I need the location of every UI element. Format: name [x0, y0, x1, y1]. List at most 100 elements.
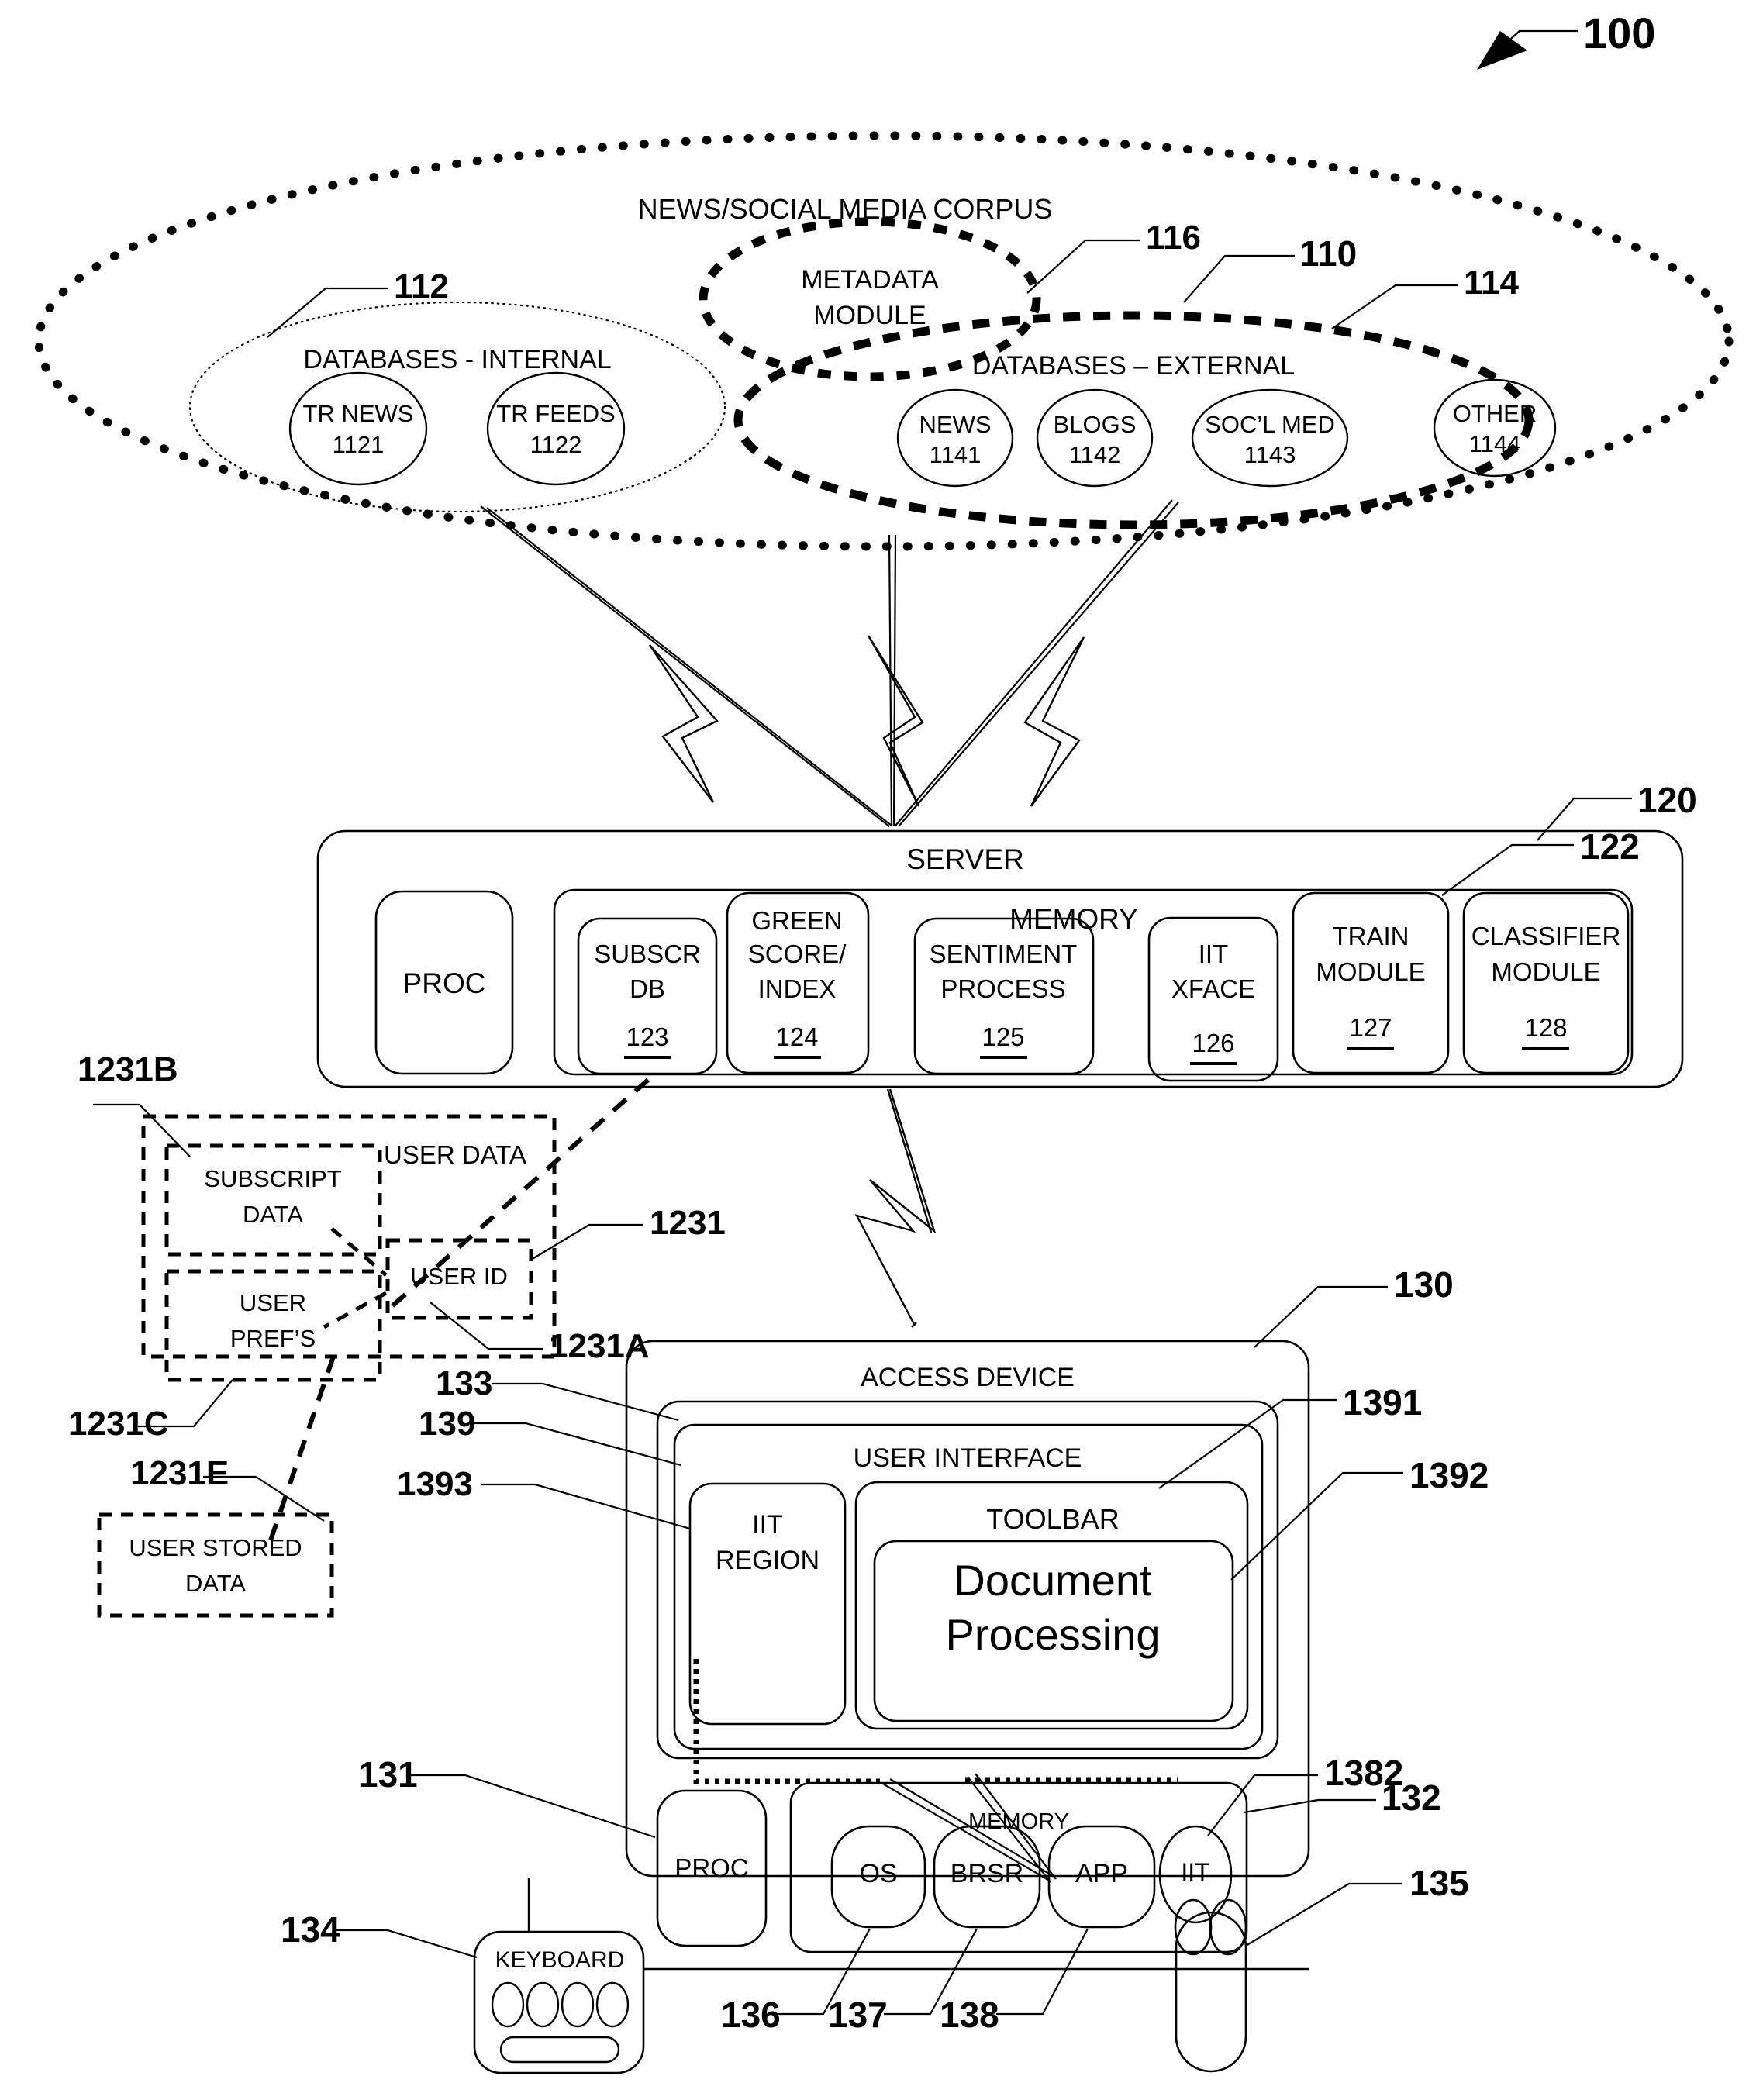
server-proc-label: PROC [402, 967, 486, 999]
internal-databases-title: DATABASES - INTERNAL [303, 345, 612, 374]
device-module-ref-138: 138 [940, 1995, 999, 2035]
db-node-label-social-media: SOC’L MED [1205, 411, 1335, 438]
toolbar-title: TOOLBAR [986, 1503, 1120, 1535]
module-label-green-score-line2: SCORE/ [747, 940, 847, 968]
metadata-module-line2: MODULE [813, 301, 926, 330]
keyboard-ref-134: 134 [281, 1909, 340, 1950]
device-module-ref-1382: 1382 [1324, 1753, 1404, 1793]
module-ref-126: 126 [1192, 1029, 1235, 1057]
user-data-title: USER DATA [384, 1140, 526, 1169]
leader-122 [1441, 843, 1574, 896]
subscript-data-line2: DATA [242, 1201, 304, 1228]
device-module-label-app: APP [1075, 1859, 1129, 1888]
module-label-sentiment-line1: SENTIMENT [929, 940, 1078, 968]
lightning-bolt-left [649, 644, 719, 803]
leader-133 [492, 1382, 679, 1422]
db-node-ref-1143: 1143 [1244, 441, 1296, 468]
module-label-classifier-line2: MODULE [1491, 957, 1601, 986]
patent-figure-canvas: 100 NEWS/SOCIAL MEDIA CORPUS 110 METADAT… [0, 0, 1763, 2100]
module-label-iit-xface-line1: IIT [1198, 940, 1229, 968]
document-processing-ref-1392: 1392 [1409, 1455, 1489, 1495]
display-ref-133: 133 [436, 1364, 493, 1402]
metadata-module-ref-116: 116 [1146, 219, 1201, 257]
user-interface-title: USER INTERFACE [853, 1443, 1082, 1473]
iit-region-ref-1393: 1393 [397, 1465, 473, 1503]
user-id-label: USER ID [410, 1263, 508, 1290]
leader-1392 [1230, 1471, 1403, 1581]
corpus-ref-110: 110 [1299, 233, 1358, 274]
db-node-ref-1121: 1121 [332, 431, 385, 458]
db-node-ref-1142: 1142 [1068, 441, 1121, 468]
user-stored-data-line1: USER STORED [129, 1534, 302, 1561]
external-databases-ref-114: 114 [1464, 264, 1519, 302]
device-module-ref-137: 137 [828, 1995, 888, 2035]
document-processing-line2: Processing [945, 1610, 1161, 1659]
db-node-label-other: OTHER [1452, 400, 1537, 427]
leader-132 [1244, 1798, 1376, 1814]
device-module-leaders [775, 1928, 1089, 2016]
module-ref-124: 124 [775, 1022, 819, 1051]
access-device-ref-130: 130 [1394, 1264, 1454, 1305]
db-node-tr-news [288, 371, 428, 486]
module-label-subscr-db-line1: SUBSCR [594, 940, 701, 968]
leader-134 [333, 1929, 478, 1959]
user-prefs-ref-1231C: 1231C [68, 1405, 169, 1443]
user-data-connectors [323, 1227, 388, 1329]
leader-135 [1245, 1882, 1402, 1947]
device-memory-title: MEMORY [968, 1809, 1069, 1834]
leader-1391 [1158, 1398, 1337, 1489]
module-label-sentiment-line2: PROCESS [940, 974, 1066, 1003]
user-data-ref-1231B: 1231B [78, 1050, 178, 1088]
figure-100-leader [1477, 29, 1578, 70]
db-node-other [1433, 378, 1557, 478]
module-ref-128: 128 [1524, 1013, 1568, 1042]
leader-112 [267, 287, 388, 338]
figure-ref-100: 100 [1583, 9, 1656, 57]
db-node-label-blogs: BLOGS [1053, 411, 1137, 438]
device-proc-ref-131: 131 [358, 1754, 418, 1795]
user-stored-data-box [97, 1512, 334, 1618]
toolbar-ref-1391: 1391 [1343, 1382, 1423, 1422]
user-id-ref-1231A: 1231A [549, 1327, 650, 1365]
leader-131 [411, 1774, 656, 1839]
user-stored-data-line2: DATA [185, 1570, 247, 1597]
module-label-classifier-line1: CLASSIFIER [1471, 922, 1621, 950]
module-label-train-line2: MODULE [1316, 957, 1426, 986]
leader-116 [1026, 239, 1140, 294]
leader-110 [1183, 254, 1295, 303]
device-module-ref-136: 136 [721, 1995, 781, 2035]
module-label-green-score-line1: GREEN [751, 906, 843, 935]
external-databases-title: DATABASES – EXTERNAL [971, 351, 1296, 381]
subscript-data-box [164, 1143, 382, 1257]
keyboard-label: KEYBOARD [495, 1947, 625, 1973]
db-node-ref-1144: 1144 [1468, 430, 1521, 457]
device-module-label-os: OS [859, 1859, 898, 1888]
access-device-box [625, 1340, 1310, 1878]
device-module-label-brsr: BRSR [950, 1859, 1024, 1888]
metadata-module-line1: METADATA [801, 265, 939, 295]
lightning-bolt-server-device [854, 1088, 937, 1328]
db-node-label-tr-news: TR NEWS [302, 400, 414, 427]
corpus-server-links [480, 499, 1179, 827]
device-proc-label: PROC [674, 1853, 749, 1882]
subscript-data-line1: SUBSCRIPT [204, 1165, 342, 1192]
mouse-ref-135: 135 [1409, 1863, 1469, 1903]
module-label-green-score-line3: INDEX [757, 974, 837, 1003]
module-label-train-line1: TRAIN [1332, 922, 1409, 950]
leader-1393 [481, 1483, 691, 1530]
db-node-ref-1141: 1141 [929, 441, 982, 468]
server-ref-120: 120 [1637, 780, 1697, 820]
module-ref-123: 123 [626, 1022, 669, 1051]
leader-130 [1254, 1285, 1388, 1348]
internal-databases-boundary [188, 301, 726, 513]
module-label-subscr-db-line2: DB [630, 974, 665, 1003]
module-ref-127: 127 [1349, 1013, 1392, 1042]
access-device-title: ACCESS DEVICE [861, 1363, 1075, 1392]
corpus-title: NEWS/SOCIAL MEDIA CORPUS [637, 193, 1053, 225]
keyboard-keys [491, 1981, 630, 2064]
leader-114 [1331, 284, 1458, 329]
user-data-ref-1231: 1231 [650, 1204, 726, 1242]
module-label-iit-xface-line2: XFACE [1171, 974, 1256, 1003]
iit-region-line1: IIT [752, 1510, 783, 1540]
user-prefs-line1: USER [239, 1289, 307, 1316]
